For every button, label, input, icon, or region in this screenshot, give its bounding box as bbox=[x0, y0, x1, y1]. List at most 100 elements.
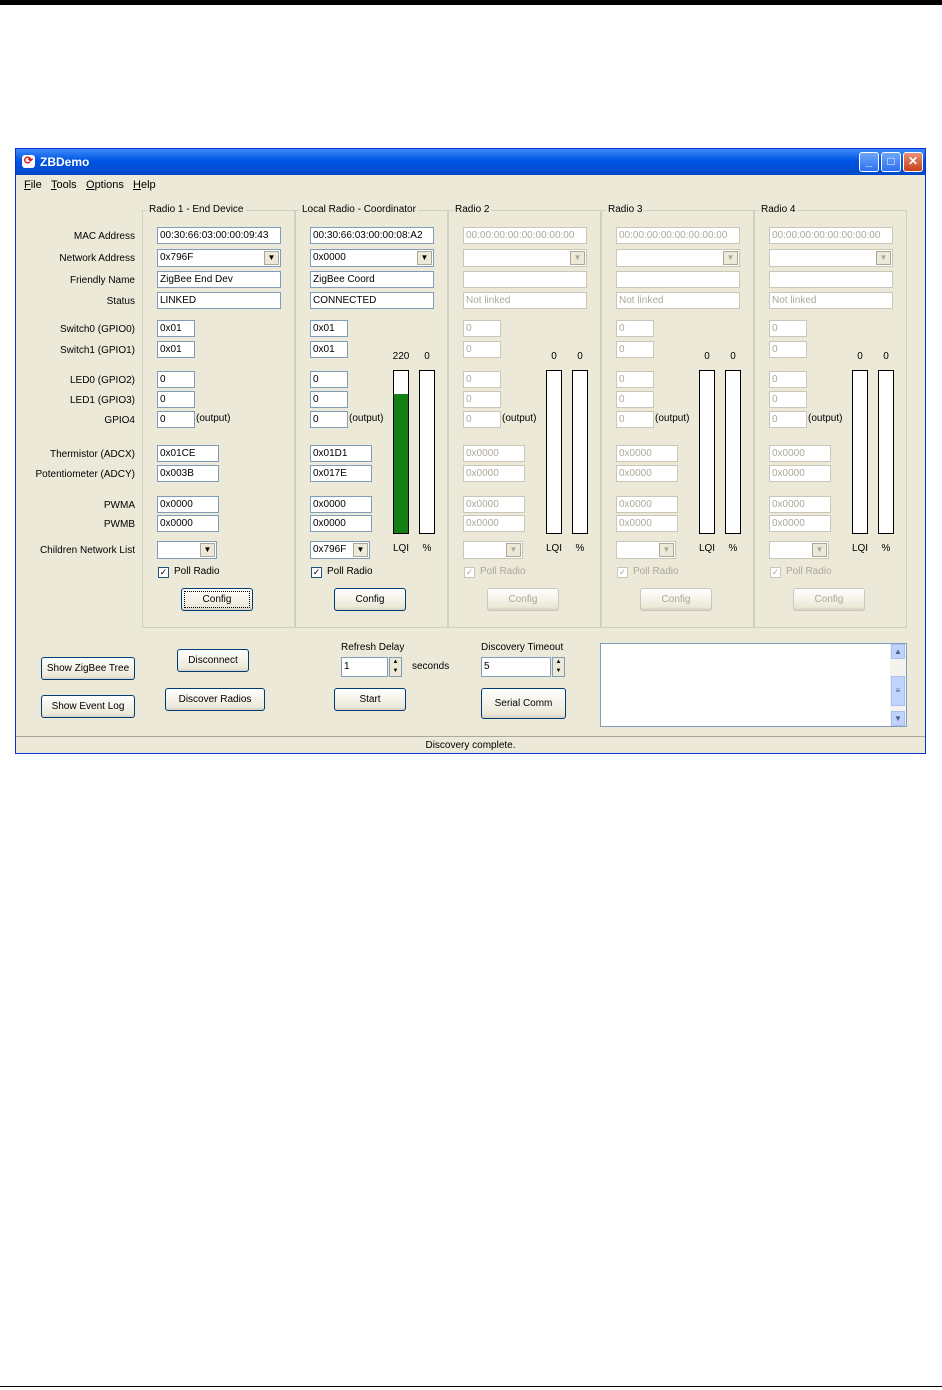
pwmb-field[interactable]: 0x0000 bbox=[310, 515, 372, 532]
disconnect-button[interactable]: Disconnect bbox=[177, 649, 249, 672]
led0-field[interactable]: 0 bbox=[157, 371, 195, 388]
network-address-combo[interactable]: ▼ bbox=[769, 249, 893, 267]
menu-help[interactable]: Help bbox=[133, 179, 156, 191]
pwmb-field[interactable]: 0x0000 bbox=[463, 515, 525, 532]
event-log-textbox[interactable]: ▲ ≡ ▼ bbox=[600, 643, 907, 727]
chevron-down-icon[interactable]: ▼ bbox=[264, 251, 279, 265]
friendly-name-field[interactable]: ZigBee End Dev bbox=[157, 271, 281, 288]
pwmb-field[interactable]: 0x0000 bbox=[157, 515, 219, 532]
config-button[interactable]: Config bbox=[640, 588, 712, 611]
pwmb-field[interactable]: 0x0000 bbox=[769, 515, 831, 532]
switch0-field[interactable]: 0x01 bbox=[157, 320, 195, 337]
switch1-field[interactable]: 0 bbox=[769, 341, 807, 358]
gpio4-field[interactable]: 0 bbox=[310, 411, 348, 428]
config-button[interactable]: Config bbox=[181, 588, 253, 611]
friendly-name-field[interactable] bbox=[769, 271, 893, 288]
led1-field[interactable]: 0 bbox=[157, 391, 195, 408]
pwma-field[interactable]: 0x0000 bbox=[310, 496, 372, 513]
pwma-field[interactable]: 0x0000 bbox=[616, 496, 678, 513]
mac-address-field[interactable]: 00:00:00:00:00:00:00:00 bbox=[463, 227, 587, 244]
lqi-label: LQI bbox=[698, 543, 716, 554]
chevron-down-icon[interactable]: ▼ bbox=[417, 251, 432, 265]
chevron-down-icon[interactable]: ▼ bbox=[200, 543, 215, 557]
gpio4-field[interactable]: 0 bbox=[616, 411, 654, 428]
scroll-down-arrow-icon[interactable]: ▼ bbox=[891, 711, 905, 726]
mac-address-field[interactable]: 00:30:66:03:00:00:09:43 bbox=[157, 227, 281, 244]
title-bar[interactable]: ⟳ ZBDemo _ □ ✕ bbox=[16, 149, 925, 175]
gpio4-field[interactable]: 0 bbox=[157, 411, 195, 428]
poll-radio-checkbox[interactable]: ✓ bbox=[158, 567, 169, 578]
children-network-list-combo[interactable]: 0x796F ▼ bbox=[310, 541, 370, 559]
friendly-name-field[interactable] bbox=[463, 271, 587, 288]
switch1-field[interactable]: 0x01 bbox=[310, 341, 348, 358]
mac-address-field[interactable]: 00:00:00:00:00:00:00:00 bbox=[616, 227, 740, 244]
chevron-down-icon[interactable]: ▼ bbox=[659, 543, 674, 557]
poll-radio-checkbox[interactable]: ✓ bbox=[311, 567, 322, 578]
switch0-field[interactable]: 0 bbox=[616, 320, 654, 337]
chevron-down-icon[interactable]: ▼ bbox=[570, 251, 585, 265]
discover-radios-button[interactable]: Discover Radios bbox=[165, 688, 265, 711]
menu-file[interactable]: File bbox=[24, 179, 42, 191]
chevron-down-icon[interactable]: ▼ bbox=[876, 251, 891, 265]
friendly-name-field[interactable]: ZigBee Coord bbox=[310, 271, 434, 288]
mac-address-field[interactable]: 00:30:66:03:00:00:08:A2 bbox=[310, 227, 434, 244]
poll-radio-checkbox[interactable]: ✓ bbox=[617, 567, 628, 578]
config-button[interactable]: Config bbox=[487, 588, 559, 611]
network-address-combo[interactable]: 0x0000 ▼ bbox=[310, 249, 434, 267]
led0-field[interactable]: 0 bbox=[616, 371, 654, 388]
log-scrollbar[interactable]: ▲ ≡ ▼ bbox=[890, 644, 906, 726]
chevron-down-icon[interactable]: ▼ bbox=[506, 543, 521, 557]
led1-field[interactable]: 0 bbox=[616, 391, 654, 408]
chevron-down-icon[interactable]: ▼ bbox=[812, 543, 827, 557]
network-address-combo[interactable]: 0x796F ▼ bbox=[157, 249, 281, 267]
switch0-field[interactable]: 0x01 bbox=[310, 320, 348, 337]
close-button[interactable]: ✕ bbox=[903, 152, 923, 172]
minimize-button[interactable]: _ bbox=[859, 152, 879, 172]
led0-field[interactable]: 0 bbox=[769, 371, 807, 388]
pwma-field[interactable]: 0x0000 bbox=[463, 496, 525, 513]
poll-radio-checkbox[interactable]: ✓ bbox=[464, 567, 475, 578]
switch1-field[interactable]: 0 bbox=[463, 341, 501, 358]
children-network-list-combo[interactable]: ▼ bbox=[157, 541, 217, 559]
chevron-down-icon[interactable]: ▼ bbox=[723, 251, 738, 265]
serial-comm-button[interactable]: Serial Comm bbox=[481, 688, 566, 719]
network-address-combo[interactable]: ▼ bbox=[616, 249, 740, 267]
switch0-field[interactable]: 0 bbox=[463, 320, 501, 337]
gpio4-field[interactable]: 0 bbox=[769, 411, 807, 428]
refresh-delay-input[interactable]: 1 bbox=[341, 657, 388, 677]
poll-radio-checkbox[interactable]: ✓ bbox=[770, 567, 781, 578]
config-button[interactable]: Config bbox=[793, 588, 865, 611]
led1-field[interactable]: 0 bbox=[769, 391, 807, 408]
show-zigbee-tree-button[interactable]: Show ZigBee Tree bbox=[41, 657, 135, 680]
discovery-timeout-spinner[interactable]: ▲ ▼ bbox=[552, 657, 565, 677]
start-button[interactable]: Start bbox=[334, 688, 406, 711]
network-address-combo[interactable]: ▼ bbox=[463, 249, 587, 267]
pwma-field[interactable]: 0x0000 bbox=[157, 496, 219, 513]
scroll-up-arrow-icon[interactable]: ▲ bbox=[891, 644, 905, 659]
children-network-list-combo[interactable]: ▼ bbox=[769, 541, 829, 559]
switch1-field[interactable]: 0x01 bbox=[157, 341, 195, 358]
friendly-name-field[interactable] bbox=[616, 271, 740, 288]
menu-tools[interactable]: Tools bbox=[51, 179, 77, 191]
scroll-thumb[interactable]: ≡ bbox=[891, 676, 905, 706]
switch1-field[interactable]: 0 bbox=[616, 341, 654, 358]
children-network-list-combo[interactable]: ▼ bbox=[463, 541, 523, 559]
config-button[interactable]: Config bbox=[334, 588, 406, 611]
menu-options[interactable]: Options bbox=[86, 179, 124, 191]
chevron-down-icon[interactable]: ▼ bbox=[353, 543, 368, 557]
gpio4-field[interactable]: 0 bbox=[463, 411, 501, 428]
maximize-button[interactable]: □ bbox=[881, 152, 901, 172]
mac-address-field[interactable]: 00:00:00:00:00:00:00:00 bbox=[769, 227, 893, 244]
led0-field[interactable]: 0 bbox=[463, 371, 501, 388]
switch0-field[interactable]: 0 bbox=[769, 320, 807, 337]
led0-field[interactable]: 0 bbox=[310, 371, 348, 388]
pwmb-field[interactable]: 0x0000 bbox=[616, 515, 678, 532]
refresh-delay-spinner[interactable]: ▲ ▼ bbox=[389, 657, 402, 677]
pwma-field[interactable]: 0x0000 bbox=[769, 496, 831, 513]
children-network-list-combo[interactable]: ▼ bbox=[616, 541, 676, 559]
discovery-timeout-input[interactable]: 5 bbox=[481, 657, 551, 677]
led1-field[interactable]: 0 bbox=[310, 391, 348, 408]
led1-field[interactable]: 0 bbox=[463, 391, 501, 408]
show-event-log-button[interactable]: Show Event Log bbox=[41, 695, 135, 718]
lqi-value: 0 bbox=[704, 351, 710, 362]
